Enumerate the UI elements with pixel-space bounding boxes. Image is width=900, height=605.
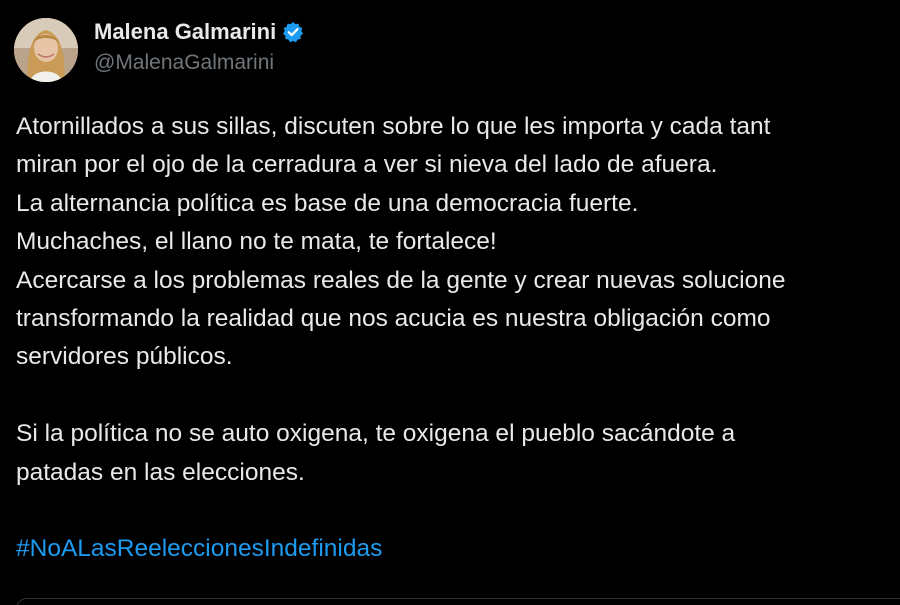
tweet-line: Atornillados a sus sillas, discuten sobr… <box>16 113 771 140</box>
tweet-text: Atornillados a sus sillas, discuten sobr… <box>16 108 900 569</box>
tweet-line: miran por el ojo de la cerradura a ver s… <box>16 151 718 179</box>
author-block: Malena Galmarini @MalenaGalmarini <box>94 17 304 75</box>
media-card-edge[interactable] <box>16 598 900 605</box>
tweet-line: transformando la realidad que nos acucia… <box>16 304 771 332</box>
tweet-line: patadas en las elecciones. <box>16 458 305 486</box>
tweet-line: Si la política no se auto oxigena, te ox… <box>16 420 736 448</box>
tweet: Malena Galmarini @MalenaGalmarini Atorni… <box>0 0 900 605</box>
tweet-line: servidores públicos. <box>16 343 233 371</box>
display-name[interactable]: Malena Galmarini <box>94 19 276 45</box>
hashtag-link[interactable]: #NoALasReeleccionesIndefinidas <box>16 530 382 568</box>
hashtag-line: #NoALasReeleccionesIndefinidas <box>16 530 900 568</box>
avatar[interactable] <box>14 18 78 82</box>
tweet-line: Acercarse a los problemas reales de la g… <box>16 266 786 294</box>
user-handle[interactable]: @MalenaGalmarini <box>94 51 304 75</box>
tweet-line: Muchaches, el llano no te mata, te forta… <box>16 228 497 256</box>
name-row: Malena Galmarini <box>94 17 304 47</box>
verified-badge-icon[interactable] <box>282 21 304 43</box>
tweet-line: La alternancia política es base de una d… <box>16 189 639 217</box>
profile-photo-avatar-icon <box>14 18 78 82</box>
